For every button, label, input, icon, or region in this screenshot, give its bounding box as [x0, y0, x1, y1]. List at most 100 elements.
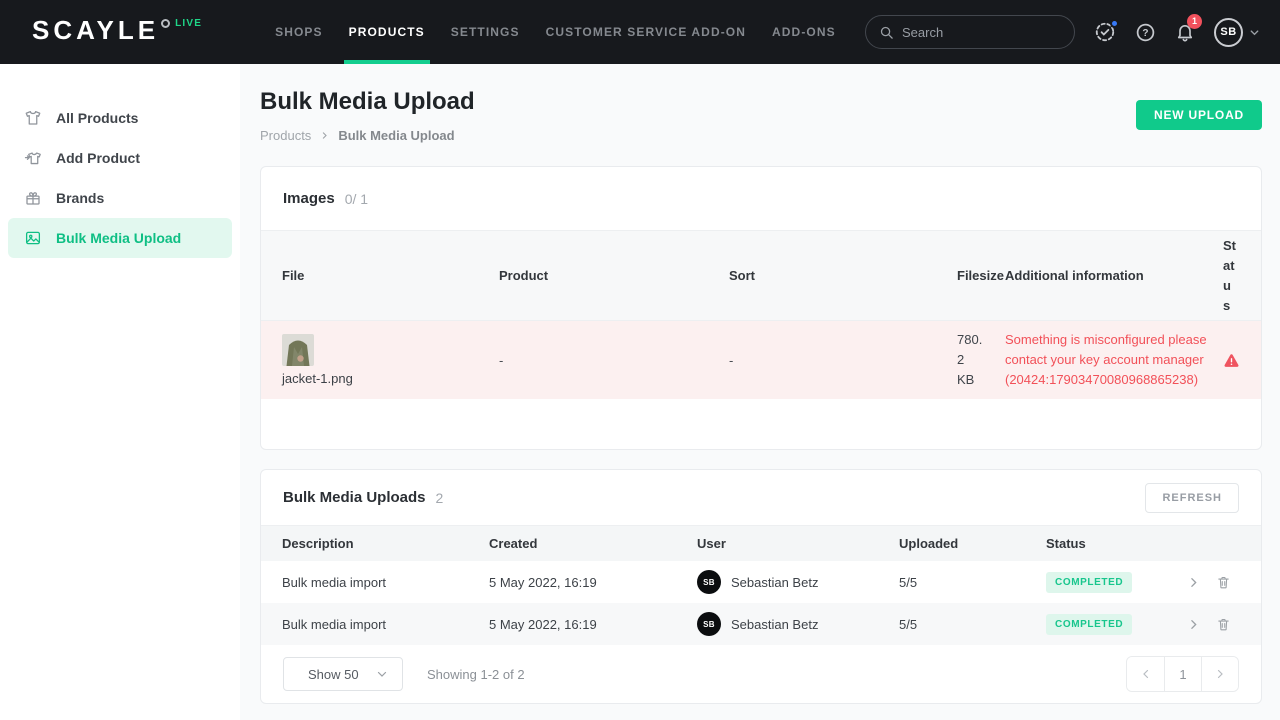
upload-row[interactable]: Bulk media import 5 May 2022, 16:19 SB S… [261, 603, 1261, 645]
images-count: 0/ 1 [345, 191, 368, 207]
live-badge: LIVE [175, 18, 202, 29]
jacket-thumbnail[interactable] [282, 334, 314, 366]
global-search[interactable] [865, 15, 1075, 49]
dial-icon [161, 19, 170, 28]
next-page-button[interactable] [1201, 657, 1238, 691]
chevron-right-icon [1187, 618, 1200, 631]
release-status-button[interactable] [1094, 21, 1116, 43]
shirt-icon [24, 109, 42, 127]
upload-created: 5 May 2022, 16:19 [489, 575, 697, 590]
user-name: Sebastian Betz [731, 617, 818, 632]
upload-row[interactable]: Bulk media import 5 May 2022, 16:19 SB S… [261, 561, 1261, 603]
nav-products[interactable]: PRODUCTS [336, 0, 438, 64]
help-button[interactable]: ? [1135, 22, 1156, 43]
top-navigation: SHOPS PRODUCTS SETTINGS CUSTOMER SERVICE… [262, 0, 849, 64]
col-product: Product [499, 268, 729, 283]
upload-progress: 5/5 [899, 617, 1046, 632]
search-icon [879, 25, 894, 40]
image-product-value: - [499, 353, 729, 368]
image-error-row: jacket-1.png - - 780.2 KB Something is m… [261, 321, 1261, 399]
page-size-select[interactable]: Show 50 [283, 657, 403, 691]
delete-row-button[interactable] [1208, 617, 1238, 632]
page-title: Bulk Media Upload [260, 88, 475, 116]
col-additional-information: Additional information [1005, 268, 1223, 283]
image-error-message: Something is misconfigured please contac… [1005, 330, 1223, 390]
shirt-add-icon [24, 149, 42, 167]
page-size-label: Show 50 [308, 667, 359, 682]
upload-progress: 5/5 [899, 575, 1046, 590]
gift-icon [24, 189, 42, 207]
warning-triangle-icon [1223, 352, 1240, 369]
upload-description: Bulk media import [282, 575, 489, 590]
image-icon [24, 229, 42, 247]
scayle-logo[interactable]: SCAYLE LIVE [32, 0, 202, 64]
col-uploaded: Uploaded [899, 536, 1046, 551]
logo-text: SCAYLE [32, 17, 159, 43]
chevron-right-icon [1187, 576, 1200, 589]
images-card: Images 0/ 1 File Product Sort Filesize A… [260, 166, 1262, 450]
nav-settings[interactable]: SETTINGS [438, 0, 533, 64]
sidebar-item-brands[interactable]: Brands [0, 178, 240, 218]
nav-add-ons[interactable]: ADD-ONS [759, 0, 849, 64]
uploads-table-header: Description Created User Uploaded Status [261, 526, 1261, 561]
upload-description: Bulk media import [282, 617, 489, 632]
nav-customer-service-add-on[interactable]: CUSTOMER SERVICE ADD-ON [533, 0, 759, 64]
uploads-count: 2 [436, 490, 444, 506]
chevron-down-icon [376, 668, 388, 680]
breadcrumb: Products Bulk Media Upload [260, 128, 475, 143]
chevron-right-icon [1214, 668, 1226, 680]
refresh-button[interactable]: REFRESH [1145, 483, 1239, 513]
chevron-right-icon [320, 131, 329, 140]
images-card-title: Images [283, 190, 335, 207]
breadcrumb-current: Bulk Media Upload [338, 128, 454, 143]
col-created: Created [489, 536, 697, 551]
image-filename: jacket-1.png [282, 371, 499, 386]
notifications-button[interactable]: 1 [1175, 22, 1195, 43]
status-badge: COMPLETED [1046, 614, 1132, 635]
showing-range-label: Showing 1-2 of 2 [427, 667, 525, 682]
chevron-down-icon [1249, 27, 1260, 38]
search-input[interactable] [902, 25, 1061, 40]
col-sort: Sort [729, 268, 957, 283]
table-footer: Show 50 Showing 1-2 of 2 1 [261, 645, 1261, 703]
upload-created: 5 May 2022, 16:19 [489, 617, 697, 632]
user-avatar: SB [697, 570, 721, 594]
open-row-button[interactable] [1178, 618, 1208, 631]
sidebar-item-label: All Products [56, 110, 138, 126]
status-badge: COMPLETED [1046, 572, 1132, 593]
sidebar-item-add-product[interactable]: Add Product [0, 138, 240, 178]
account-menu[interactable]: SB [1214, 18, 1260, 47]
bulk-media-uploads-card: Bulk Media Uploads 2 REFRESH Description… [260, 469, 1262, 704]
breadcrumb-products[interactable]: Products [260, 128, 311, 143]
notification-dot [1110, 19, 1119, 28]
user-avatar: SB [697, 612, 721, 636]
prev-page-button[interactable] [1127, 657, 1164, 691]
open-row-button[interactable] [1178, 576, 1208, 589]
nav-shops[interactable]: SHOPS [262, 0, 336, 64]
page-number-button[interactable]: 1 [1164, 657, 1201, 691]
col-filesize: Filesize [957, 268, 1005, 283]
sidebar-item-label: Brands [56, 190, 104, 206]
col-user: User [697, 536, 899, 551]
pagination: 1 [1126, 656, 1239, 692]
sidebar: All Products Add Product Brands Bulk Med… [0, 64, 240, 720]
delete-row-button[interactable] [1208, 575, 1238, 590]
uploads-card-title: Bulk Media Uploads [283, 489, 426, 506]
trash-icon [1216, 617, 1231, 632]
chevron-left-icon [1140, 668, 1152, 680]
sidebar-item-label: Add Product [56, 150, 140, 166]
sidebar-item-all-products[interactable]: All Products [0, 98, 240, 138]
notification-count-badge: 1 [1187, 14, 1202, 29]
sidebar-item-label: Bulk Media Upload [56, 230, 181, 246]
new-upload-button[interactable]: NEW UPLOAD [1136, 100, 1262, 130]
user-name: Sebastian Betz [731, 575, 818, 590]
image-filesize-value: 780.2 KB [957, 330, 985, 390]
trash-icon [1216, 575, 1231, 590]
avatar: SB [1214, 18, 1243, 47]
sidebar-item-bulk-media-upload[interactable]: Bulk Media Upload [8, 218, 232, 258]
svg-text:?: ? [1142, 28, 1148, 39]
col-description: Description [282, 536, 489, 551]
image-sort-value: - [729, 353, 957, 368]
col-status: Status [1223, 236, 1237, 316]
col-status: Status [1046, 536, 1178, 551]
